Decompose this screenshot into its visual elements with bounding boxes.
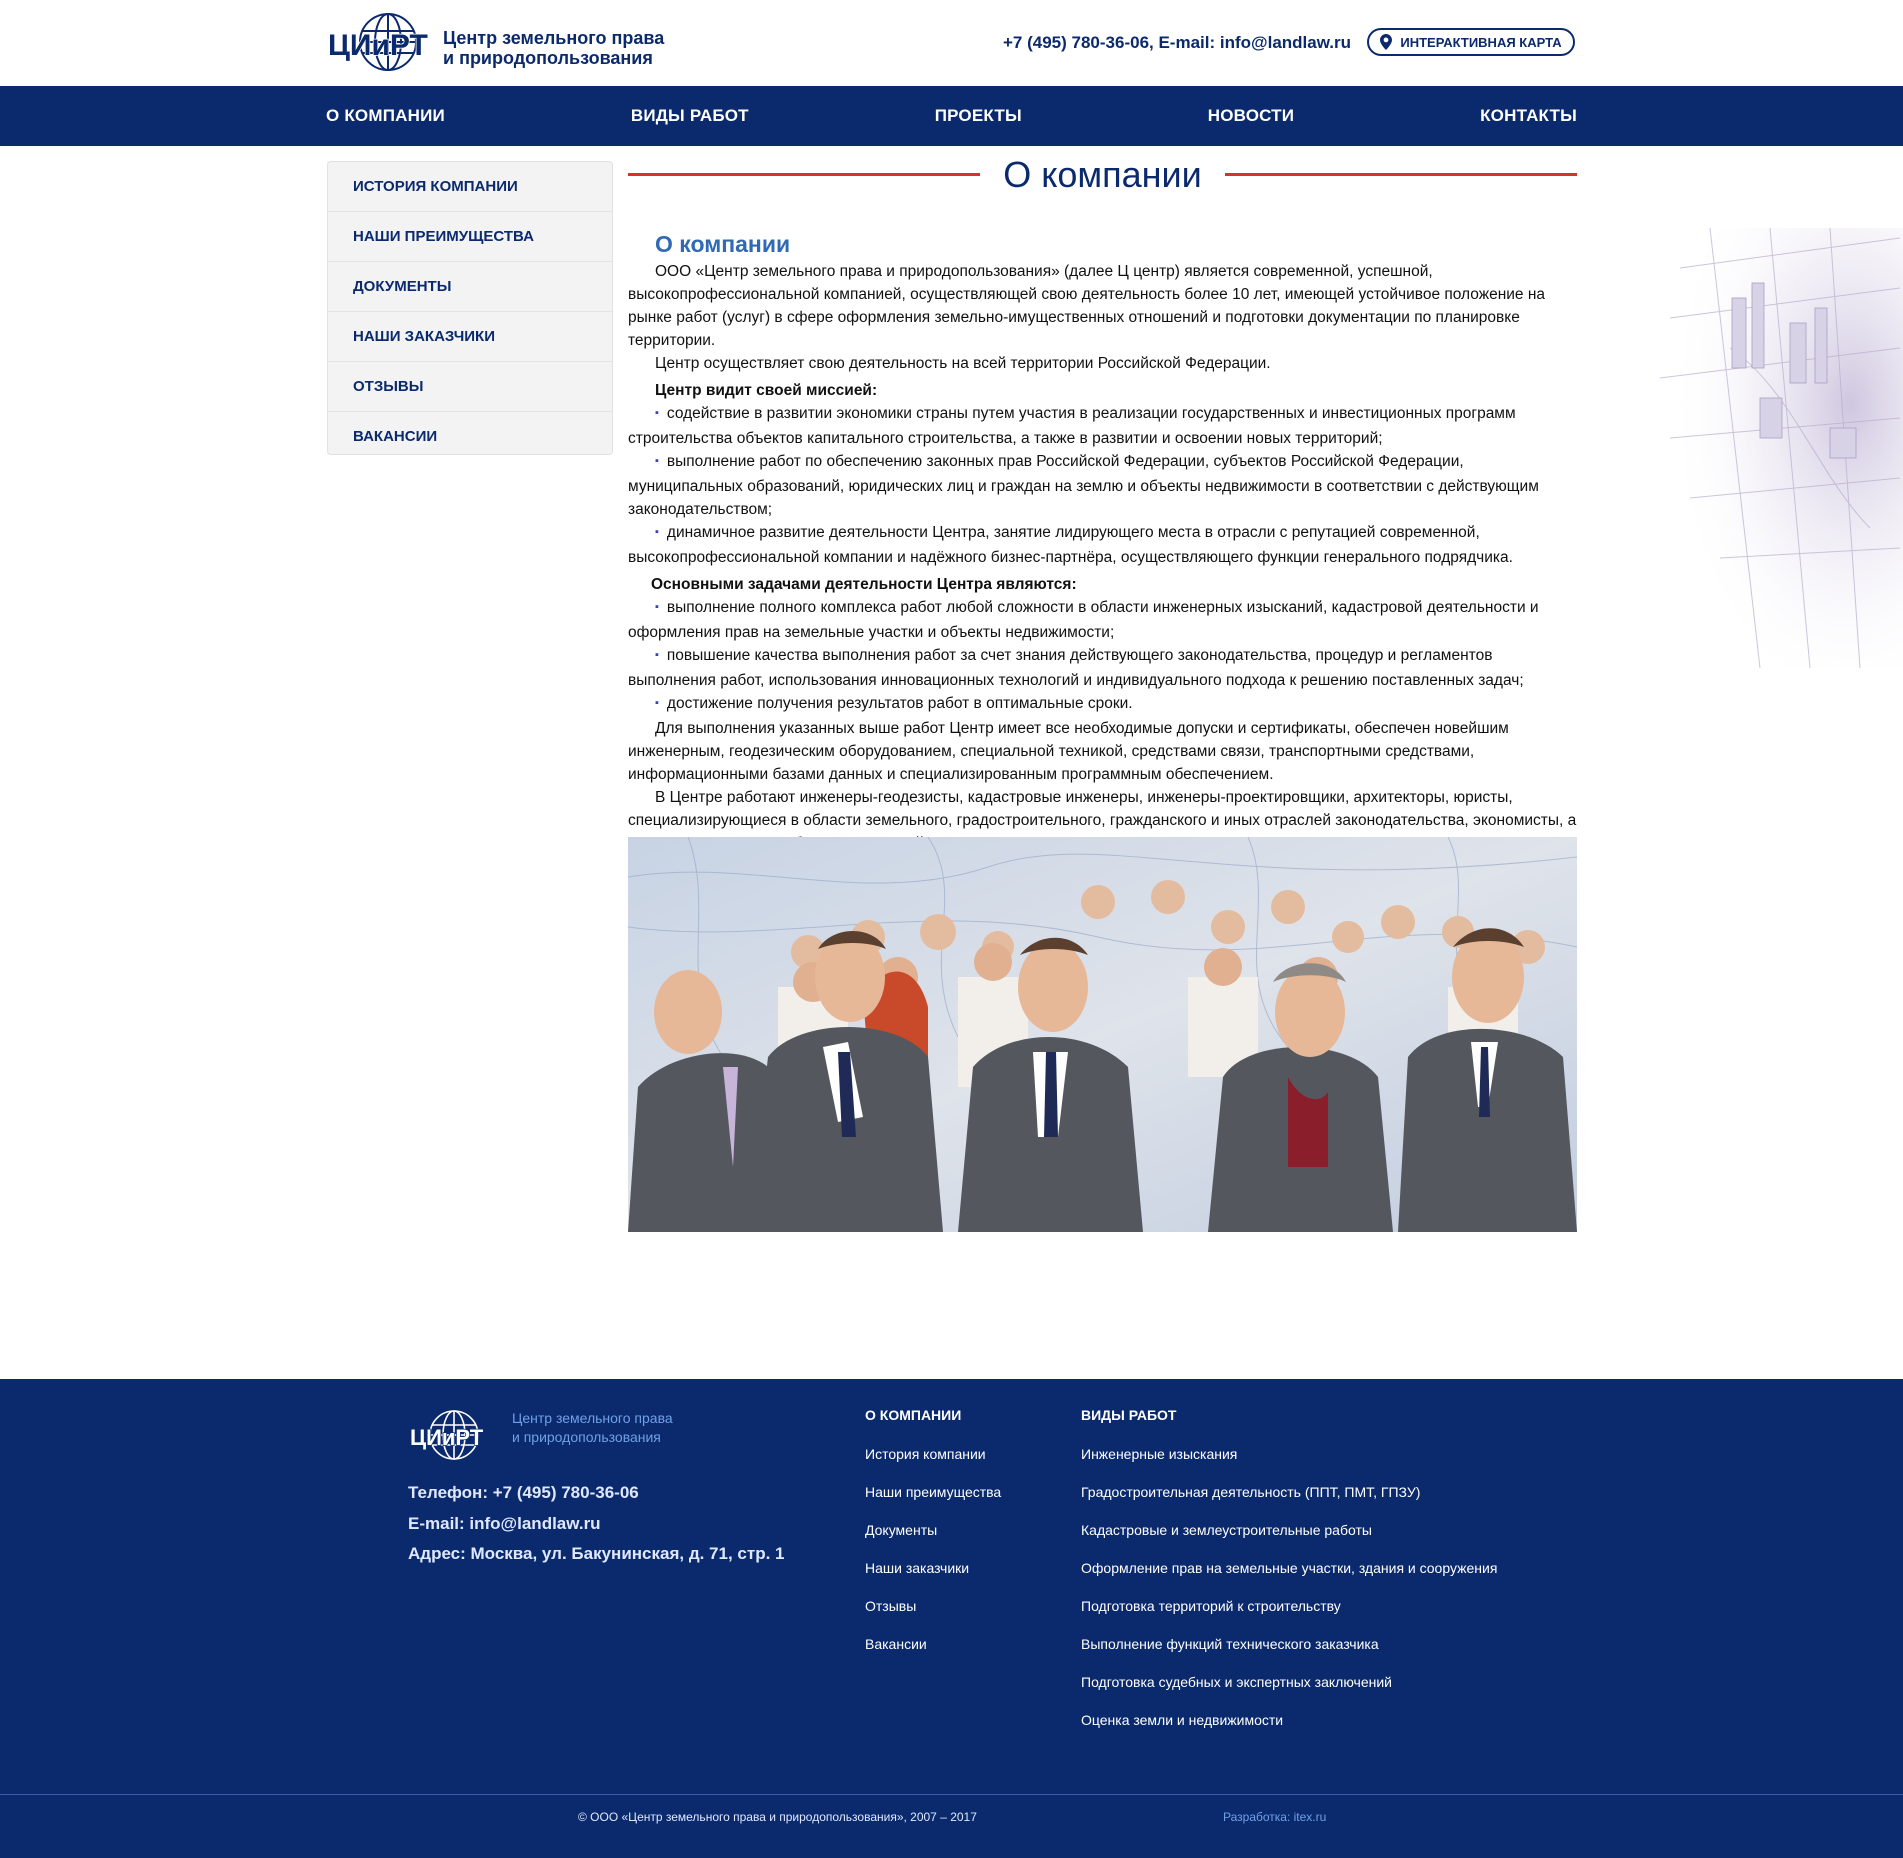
- footer-company-name: Центр земельного права и природопользова…: [512, 1409, 673, 1447]
- footer-link-territory-prep[interactable]: Подготовка территорий к строительству: [1081, 1598, 1341, 1614]
- page-heading: О компании: [628, 150, 1577, 200]
- nav-item-news[interactable]: Новости: [1208, 106, 1294, 126]
- footer-link-vacancies[interactable]: Вакансии: [865, 1636, 927, 1652]
- sidebar-item-reviews[interactable]: Отзывы: [328, 362, 612, 412]
- footer-phone[interactable]: Телефон: +7 (495) 780-36-06: [408, 1483, 639, 1503]
- footer-link-technical-customer[interactable]: Выполнение функций технического заказчик…: [1081, 1636, 1379, 1652]
- page-title: О компании: [987, 154, 1218, 196]
- nav-item-about[interactable]: О компании: [326, 106, 445, 126]
- footer-link-valuation[interactable]: Оценка земли и недвижимости: [1081, 1712, 1283, 1728]
- footer-link-expert-opinions[interactable]: Подготовка судебных и экспертных заключе…: [1081, 1674, 1392, 1690]
- paragraph-equipment: Для выполнения указанных выше работ Цент…: [628, 720, 1509, 783]
- footer-link-documents[interactable]: Документы: [865, 1522, 937, 1538]
- footer-address: Адрес: Москва, ул. Бакунинская, д. 71, с…: [408, 1544, 785, 1563]
- intro-paragraph-1: ООО «Центр земельного права и природопол…: [628, 263, 1546, 349]
- tasks-title: Основными задачами деятельности Центра я…: [651, 576, 1077, 593]
- sidebar-item-documents[interactable]: Документы: [328, 262, 612, 312]
- footer-link-urban-planning[interactable]: Градостроительная деятельность (ППТ, ПМТ…: [1081, 1484, 1420, 1500]
- team-photo: [628, 837, 1577, 1232]
- svg-text:ЦИиРТ: ЦИиРТ: [328, 29, 428, 62]
- sidebar-item-advantages[interactable]: Наши преимущества: [328, 212, 612, 262]
- article-content: О компании ООО «Центр земельного права и…: [628, 228, 1577, 855]
- globe-logo-icon[interactable]: ЦИиРТ: [326, 11, 438, 73]
- nav-item-services[interactable]: Виды работ: [631, 106, 749, 126]
- site-footer: ЦИиРТ Центр земельного права и природопо…: [0, 1379, 1903, 1858]
- interactive-map-button[interactable]: Интерактивная карта: [1367, 28, 1575, 56]
- section-title: О компании: [655, 231, 791, 257]
- site-header: ЦИиРТ Центр земельного права и природопо…: [0, 0, 1903, 86]
- footer-link-surveys[interactable]: Инженерные изыскания: [1081, 1446, 1237, 1462]
- footer-link-cadastral[interactable]: Кадастровые и землеустроительные работы: [1081, 1522, 1372, 1538]
- mission-title: Центр видит своей миссией:: [655, 382, 878, 399]
- footer-link-clients[interactable]: Наши заказчики: [865, 1560, 969, 1576]
- svg-text:ЦИиРТ: ЦИиРТ: [410, 1425, 484, 1450]
- footer-copyright: © ООО «Центр земельного права и природоп…: [578, 1810, 977, 1824]
- footer-company-line2: и природопользования: [512, 1429, 661, 1445]
- footer-link-history[interactable]: История компании: [865, 1446, 986, 1462]
- map-pin-icon: [1380, 34, 1393, 50]
- list-item: достижение получения результатов работ в…: [628, 692, 1577, 717]
- mission-list: содействие в развитии экономики страны п…: [628, 402, 1577, 569]
- sidebar-item-clients[interactable]: Наши заказчики: [328, 312, 612, 362]
- footer-link-rights[interactable]: Оформление прав на земельные участки, зд…: [1081, 1560, 1497, 1576]
- company-name-line2: и природопользования: [443, 48, 653, 68]
- nav-item-contacts[interactable]: Контакты: [1480, 106, 1577, 126]
- sidebar-item-history[interactable]: История компании: [328, 162, 612, 212]
- list-item: динамичное развитие деятельности Центра,…: [628, 521, 1577, 569]
- sidebar-item-vacancies[interactable]: Вакансии: [328, 412, 612, 461]
- main-nav: О компании Виды работ Проекты Новости Ко…: [0, 86, 1903, 146]
- sidebar-menu: История компании Наши преимущества Докум…: [327, 161, 613, 455]
- interactive-map-label: Интерактивная карта: [1400, 34, 1562, 50]
- list-item: содействие в развитии экономики страны п…: [628, 402, 1577, 450]
- company-name: Центр земельного права и природопользова…: [443, 28, 664, 68]
- list-item: повышение качества выполнения работ за с…: [628, 644, 1577, 692]
- list-item: выполнение работ по обеспечению законных…: [628, 450, 1577, 521]
- footer-developer-link[interactable]: Разработка: itex.ru: [1223, 1810, 1326, 1824]
- footer-col-about-title[interactable]: О компании: [865, 1407, 961, 1423]
- footer-divider: [0, 1794, 1903, 1795]
- header-contacts[interactable]: +7 (495) 780-36-06, E-mail: info@landlaw…: [1003, 33, 1351, 53]
- footer-col-services-title[interactable]: Виды работ: [1081, 1407, 1176, 1423]
- footer-link-reviews[interactable]: Отзывы: [865, 1598, 916, 1614]
- city-background-illustration: [1640, 228, 1903, 668]
- list-item: выполнение полного комплекса работ любой…: [628, 596, 1577, 644]
- nav-item-projects[interactable]: Проекты: [935, 106, 1022, 126]
- intro-paragraph-2: Центр осуществляет свою деятельность на …: [655, 355, 1271, 372]
- tasks-list: выполнение полного комплекса работ любой…: [628, 596, 1577, 717]
- globe-logo-icon[interactable]: ЦИиРТ: [408, 1407, 492, 1463]
- footer-company-line1: Центр земельного права: [512, 1410, 673, 1426]
- footer-link-advantages[interactable]: Наши преимущества: [865, 1484, 1001, 1500]
- company-name-line1: Центр земельного права: [443, 28, 665, 48]
- footer-email[interactable]: E-mail: info@landlaw.ru: [408, 1514, 601, 1534]
